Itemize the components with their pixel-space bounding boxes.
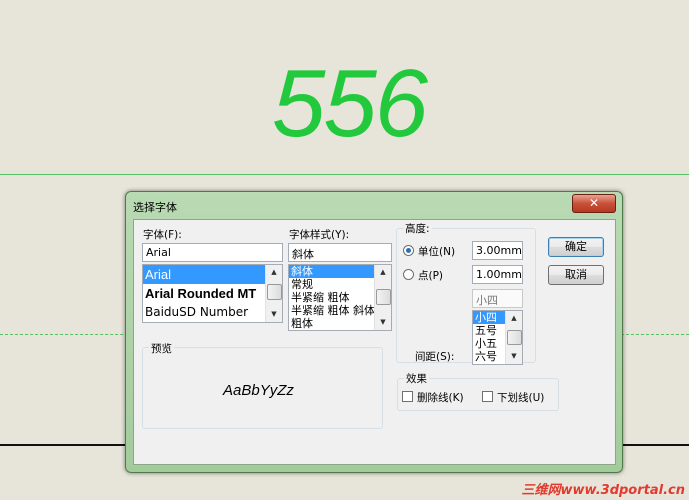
style-item-regular[interactable]: 常规 xyxy=(289,278,375,291)
style-item-bold[interactable]: 粗体 xyxy=(289,317,375,330)
size-listbox[interactable]: 小四 五号 小五 六号 ▲ ▼ xyxy=(472,310,523,365)
preview-sample: AaBbYyZz xyxy=(223,382,294,399)
strikeout-checkbox[interactable] xyxy=(402,391,413,402)
cancel-button[interactable]: 取消 xyxy=(548,265,604,285)
scroll-down-icon[interactable]: ▼ xyxy=(506,349,522,364)
underline-checkbox[interactable] xyxy=(482,391,493,402)
height-label: 高度: xyxy=(403,221,432,236)
point-option-label[interactable]: 点(P) xyxy=(418,268,443,283)
scroll-thumb[interactable] xyxy=(267,284,282,300)
strikeout-label[interactable]: 删除线(K) xyxy=(417,390,464,405)
close-button[interactable]: ✕ xyxy=(572,194,616,213)
point-value-input[interactable]: 1.00mm xyxy=(472,265,523,284)
spacing-label: 间距(S): xyxy=(415,351,455,363)
size-item[interactable]: 五号 xyxy=(473,324,506,337)
unit-value-input[interactable]: 3.00mm xyxy=(472,241,523,260)
green-guide-line xyxy=(0,174,689,175)
style-item-semicondensed-bold[interactable]: 半紧缩 粗体 xyxy=(289,291,375,304)
point-radio[interactable] xyxy=(403,269,414,280)
unit-radio[interactable] xyxy=(403,245,414,256)
preview-label: 预览 xyxy=(149,341,174,356)
scroll-thumb[interactable] xyxy=(507,330,522,345)
canvas-number-text[interactable]: 556 xyxy=(272,56,428,152)
scroll-down-icon[interactable]: ▼ xyxy=(375,315,391,330)
dialog-titlebar[interactable]: 选择字体 ✕ xyxy=(126,192,622,218)
dialog-client: 字体(F): Arial Arial Arial Rounded MT Baid… xyxy=(133,219,616,465)
watermark: 三维网www.3dportal.cn xyxy=(521,483,685,498)
scroll-up-icon[interactable]: ▲ xyxy=(375,265,391,280)
size-scrollbar[interactable]: ▲ ▼ xyxy=(505,311,522,364)
scroll-up-icon[interactable]: ▲ xyxy=(506,311,522,326)
select-font-dialog: 选择字体 ✕ 字体(F): Arial Arial Arial Rounded … xyxy=(125,191,623,473)
style-item-italic[interactable]: 斜体 xyxy=(289,265,375,278)
style-label: 字体样式(Y): xyxy=(289,229,350,241)
font-label: 字体(F): xyxy=(143,229,182,241)
style-listbox[interactable]: 斜体 常规 半紧缩 粗体 半紧缩 粗体 斜体 粗体 ▲ ▼ xyxy=(288,264,392,331)
underline-label[interactable]: 下划线(U) xyxy=(497,390,544,405)
font-listbox[interactable]: Arial Arial Rounded MT BaiduSD Number ▲ … xyxy=(142,264,283,323)
style-item-semicondensed-bold-italic[interactable]: 半紧缩 粗体 斜体 xyxy=(289,304,375,317)
close-icon: ✕ xyxy=(588,196,600,210)
font-input[interactable]: Arial xyxy=(142,243,283,262)
preview-group: AaBbYyZz xyxy=(142,347,383,429)
dialog-title: 选择字体 xyxy=(133,201,177,214)
effects-label: 效果 xyxy=(404,371,429,386)
font-item-arial-rounded[interactable]: Arial Rounded MT xyxy=(143,284,266,303)
unit-option-label[interactable]: 单位(N) xyxy=(418,244,455,259)
font-scrollbar[interactable]: ▲ ▼ xyxy=(265,265,282,322)
size-combo-input[interactable]: 小四 xyxy=(472,289,523,308)
size-item[interactable]: 六号 xyxy=(473,350,506,363)
ok-button[interactable]: 确定 xyxy=(548,237,604,257)
style-scrollbar[interactable]: ▲ ▼ xyxy=(374,265,391,330)
size-item[interactable]: 小五 xyxy=(473,337,506,350)
scroll-thumb[interactable] xyxy=(376,289,391,305)
size-item[interactable]: 小四 xyxy=(473,311,506,324)
font-item-baidusd[interactable]: BaiduSD Number xyxy=(143,303,266,322)
font-item-arial[interactable]: Arial xyxy=(143,265,266,284)
style-input[interactable]: 斜体 xyxy=(288,243,392,262)
scroll-down-icon[interactable]: ▼ xyxy=(266,307,282,322)
scroll-up-icon[interactable]: ▲ xyxy=(266,265,282,280)
